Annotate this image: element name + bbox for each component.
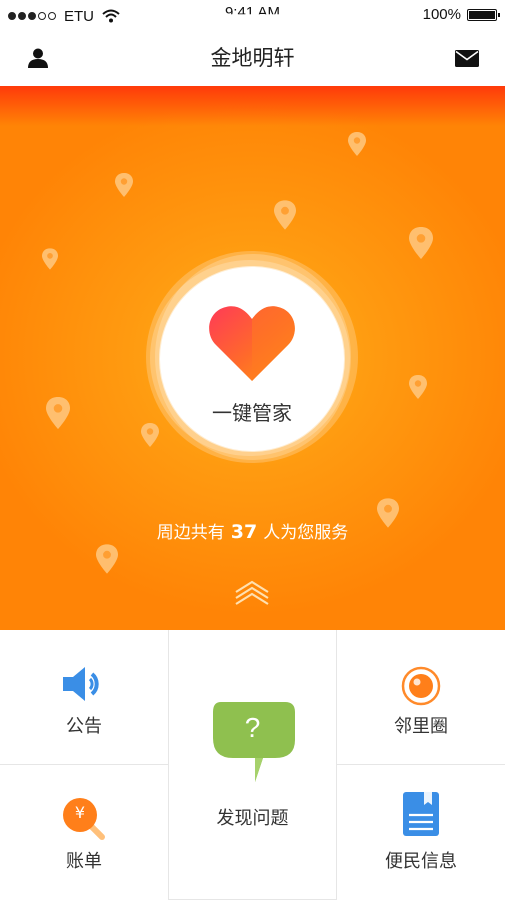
map-pin-icon [96,544,118,574]
mail-icon [455,49,479,67]
service-count: 37 [230,521,258,543]
speaker-icon [63,667,99,701]
map-pin-icon [42,248,58,270]
page-title: 金地明轩 [210,46,295,70]
community-info-label: 便民信息 [385,851,457,872]
announcement-tile[interactable]: 公告 [0,630,169,765]
report-issue-label: 发现问题 [216,808,289,829]
hero-banner: 一键管家 周边共有 37 人为您服务 [0,86,505,630]
feature-grid: 公告 ? 发现问题 邻里圈 ¥ 账单 便民信息 [0,630,505,900]
service-text-prefix: 周边共有 [156,523,225,543]
neighborhood-label: 邻里圈 [394,716,448,737]
report-issue-tile[interactable]: ? 发现问题 [169,630,337,900]
community-info-tile[interactable]: 便民信息 [337,765,505,900]
currency-glyph: ¥ [74,803,86,822]
map-pin-icon [409,227,433,259]
map-pin-icon [409,375,427,399]
announcement-label: 公告 [66,716,102,737]
map-pin-icon [141,423,159,447]
map-pin-icon [348,132,366,156]
navigation-bar: 金地明轩 [0,30,505,87]
bill-tile[interactable]: ¥ 账单 [0,765,169,900]
map-pin-icon [274,200,296,230]
status-right: 100% [422,6,500,23]
neighborhood-circle-icon [401,666,441,706]
battery-icon [467,8,500,21]
one-key-housekeeper-label: 一键管家 [212,401,292,425]
messages-button[interactable] [449,42,485,74]
bill-label: 账单 [66,851,102,872]
status-bar: ETU 9:41 AM 100% [0,0,505,30]
map-pin-icon [46,397,70,429]
double-chevron-up-icon[interactable] [233,578,271,606]
map-pin-icon [115,173,133,197]
neighborhood-tile[interactable]: 邻里圈 [337,630,505,765]
service-text-suffix: 人为您服务 [263,523,349,543]
notebook-icon [403,792,439,836]
hero-top-shade [0,86,505,126]
battery-percent: 100% [422,6,461,23]
heart-icon [209,306,295,381]
question-mark-glyph: ? [244,712,261,743]
nearby-service-text: 周边共有 37 人为您服务 [0,518,505,543]
one-key-housekeeper-button[interactable]: 一键管家 [160,267,344,451]
